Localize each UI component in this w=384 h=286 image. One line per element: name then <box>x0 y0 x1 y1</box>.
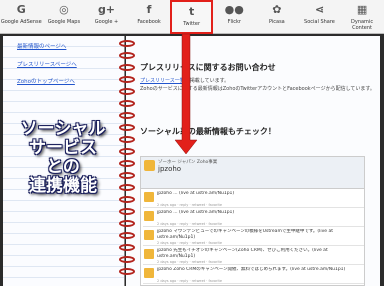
press-desc-text: Zohoのサービスに関する最新情報はZohoのTwitterアカウントとFace… <box>140 86 375 92</box>
ring <box>119 208 135 215</box>
toolbar-item-google-adsense[interactable]: G Google AdSense <box>0 0 43 34</box>
ring <box>119 172 135 179</box>
avatar <box>144 230 154 240</box>
ring <box>119 148 135 155</box>
google-maps-icon: ◎ <box>59 3 69 16</box>
heading-line: との <box>46 157 80 177</box>
twitter-icon: t <box>189 5 195 18</box>
ring <box>119 112 135 119</box>
avatar <box>144 268 154 278</box>
notebook: 最新情報のページへ プレスリリースページへ Zohoのトップページへ ソーシャル… <box>0 34 384 286</box>
tweet-item: jpzoho マウンテンビューでのキャンペーンの模様をUstreamで生中継中で… <box>143 228 364 246</box>
toolbar-item-flickr[interactable]: ●● Flickr <box>213 0 256 34</box>
ring <box>119 52 135 59</box>
zoho-logo-icon <box>144 160 155 171</box>
google-plus-icon: g+ <box>97 3 116 16</box>
avatar <box>144 192 154 202</box>
social-section-title: ソーシャル系の最新情報もチェック！ <box>140 127 276 136</box>
twitter-widget: ゾーホー ジャパン Zoho事業 jpzoho jpzoho ... (live… <box>140 156 365 286</box>
tweet-item: jpzoho ... (live at ustre.am/Nu1p1) 2 da… <box>143 209 364 227</box>
tweet-item: jpzoho 先生もイチオシのキャンペーン(Zoho CRM)、ぜひご利用くださ… <box>143 247 364 265</box>
toolbar-label: Social Share <box>304 19 335 25</box>
tweet-text: jpzoho ... (live at ustre.am/Nu1p1) <box>157 210 235 215</box>
ring <box>119 160 135 167</box>
share-icon: ⋖ <box>314 3 325 16</box>
ring <box>119 196 135 203</box>
heading-line: 連携機能 <box>29 176 97 196</box>
toolbar-label: Flickr <box>227 19 241 25</box>
ring <box>119 220 135 227</box>
toolbar-item-dynamic-content[interactable]: ▦ Dynamic Content <box>341 0 384 34</box>
ring <box>119 124 135 131</box>
toolbar-item-facebook[interactable]: f Facebook <box>128 0 171 34</box>
ring <box>119 256 135 263</box>
tweet-meta[interactable]: 2 days ago · reply · retweet · favorite <box>157 203 222 207</box>
tweet-meta[interactable]: 2 days ago · reply · retweet · favorite <box>157 279 222 283</box>
toolbar-label: Google + <box>94 19 119 25</box>
avatar <box>144 249 154 259</box>
google-adsense-icon: G <box>16 3 26 16</box>
press-inquiry-title: プレスリリースに関するお問い合わせ <box>140 63 276 72</box>
toolbar: G Google AdSense ◎ Google Maps g+ Google… <box>0 0 384 34</box>
tweet-meta[interactable]: 2 days ago · reply · retweet · favorite <box>157 222 222 226</box>
ring <box>119 64 135 71</box>
link-latest-news[interactable]: 最新情報のページへ <box>17 42 66 50</box>
ring <box>119 244 135 251</box>
press-link-suffix: を掲載しています。 <box>184 78 230 84</box>
social-feature-heading: ソーシャル サービス との 連携機能 <box>9 120 117 196</box>
notebook-rings <box>119 36 135 286</box>
toolbar-item-picasa[interactable]: ✿ Picasa <box>256 0 299 34</box>
press-release-list-link[interactable]: プレスリリース一覧 <box>140 78 185 84</box>
right-page: プレスリリースに関するお問い合わせ プレスリリース一覧を掲載しています。 Zoh… <box>126 36 380 286</box>
widget-account-name[interactable]: jpzoho <box>158 165 181 173</box>
ring <box>119 100 135 107</box>
toolbar-label: Google Maps <box>47 19 81 25</box>
tweet-text: jpzoho Zoho CRMのキャンペーン開催、無料ではじめられます。(liv… <box>157 267 346 272</box>
tweet-meta[interactable]: 2 days ago · reply · retweet · favorite <box>157 241 222 245</box>
toolbar-label: Dynamic Content <box>351 19 374 31</box>
facebook-icon: f <box>146 3 152 16</box>
toolbar-label: Picasa <box>268 19 285 25</box>
toolbar-label: Twitter <box>183 21 201 27</box>
dynamic-content-icon: ▦ <box>356 3 368 16</box>
ring <box>119 136 135 143</box>
press-description: プレスリリース一覧を掲載しています。 Zohoのサービスに関する最新情報はZoh… <box>140 77 376 93</box>
toolbar-item-google-plus[interactable]: g+ Google + <box>85 0 128 34</box>
ring <box>119 76 135 83</box>
tweet-meta[interactable]: 2 days ago · reply · retweet · favorite <box>157 260 222 264</box>
heading-line: ソーシャル <box>20 119 106 139</box>
tweet-text: jpzoho マウンテンビューでのキャンペーンの模様をUstreamで生中継中で… <box>157 229 334 240</box>
avatar <box>144 211 154 221</box>
toolbar-item-twitter[interactable]: t Twitter <box>170 0 213 34</box>
ring <box>119 88 135 95</box>
ring <box>119 40 135 47</box>
heading-line: サービス <box>29 138 97 158</box>
flickr-icon: ●● <box>224 3 244 16</box>
left-page: 最新情報のページへ プレスリリースページへ Zohoのトップページへ ソーシャル… <box>3 36 125 286</box>
picasa-icon: ✿ <box>272 3 282 16</box>
ring <box>119 184 135 191</box>
toolbar-label: Google AdSense <box>0 19 42 25</box>
tweet-text: jpzoho 先生もイチオシのキャンペーン(Zoho CRM)、ぜひご利用くださ… <box>157 248 328 259</box>
toolbar-label: Facebook <box>137 19 161 25</box>
toolbar-item-social-share[interactable]: ⋖ Social Share <box>298 0 341 34</box>
link-zoho-top[interactable]: Zohoのトップページへ <box>17 77 75 85</box>
tweet-item: jpzoho Zoho CRMのキャンペーン開催、無料ではじめられます。(liv… <box>143 266 364 284</box>
tweet-text: jpzoho ... (live at ustre.am/Nu1p1) <box>157 191 235 196</box>
toolbar-item-google-maps[interactable]: ◎ Google Maps <box>43 0 86 34</box>
ring <box>119 268 135 275</box>
tweet-item: jpzoho ... (live at ustre.am/Nu1p1) 2 da… <box>143 190 364 208</box>
widget-header: ゾーホー ジャパン Zoho事業 jpzoho <box>141 157 364 189</box>
link-press-release[interactable]: プレスリリースページへ <box>17 60 77 68</box>
ring <box>119 232 135 239</box>
